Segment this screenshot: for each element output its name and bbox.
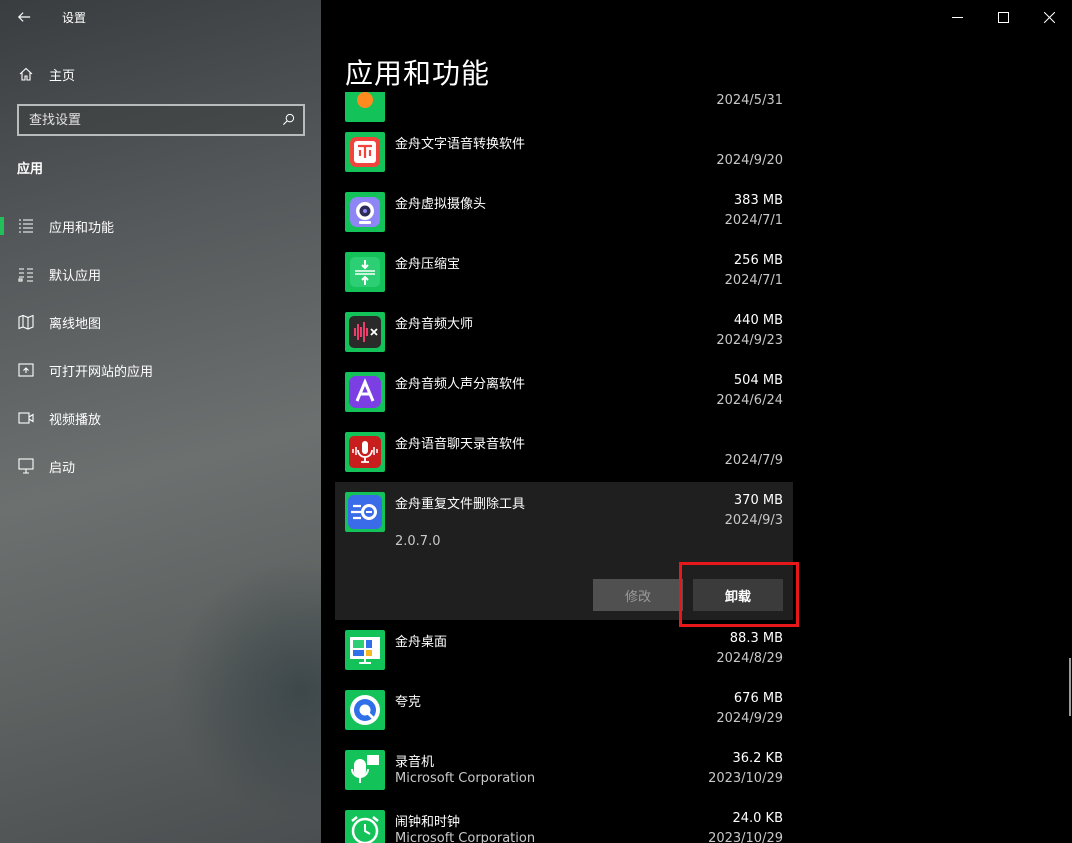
app-size: 88.3 MB	[729, 631, 783, 646]
app-name: 金舟压缩宝	[395, 257, 461, 272]
quark-icon	[345, 690, 385, 730]
close-button[interactable]	[1026, 0, 1072, 34]
vocal-separator-icon	[345, 372, 385, 412]
scrollbar-thumb[interactable]	[1069, 658, 1071, 716]
install-date: 2024/7/9	[724, 453, 783, 468]
install-date: 2024/9/29	[716, 711, 783, 726]
search-icon[interactable]	[282, 111, 295, 130]
modify-button[interactable]: 修改	[593, 579, 683, 611]
list-item[interactable]: 金舟语音聊天录音软件 2024/7/9	[335, 430, 793, 490]
install-date: 2024/6/24	[716, 393, 783, 408]
sound-recorder-icon	[345, 750, 385, 790]
app-name: 金舟虚拟摄像头	[395, 197, 487, 212]
section-title: 应用	[17, 162, 44, 177]
app-size: 36.2 KB	[732, 751, 783, 766]
minimize-button[interactable]	[934, 0, 980, 34]
sidebar-item-startup[interactable]: 启动	[0, 446, 321, 486]
app-publisher: Microsoft Corporation	[395, 831, 536, 843]
install-date: 2023/10/29	[708, 771, 783, 786]
sidebar-item-default-apps[interactable]: 默认应用	[0, 254, 321, 294]
apps-features-icon	[18, 218, 34, 234]
sidebar-item-label: 默认应用	[49, 268, 102, 284]
main-content: 2024/5/31 金舟文字语音转换软件 2024/9/20 金舟虚拟摄像头 3…	[321, 0, 1072, 843]
sidebar-item-label: 启动	[49, 460, 76, 476]
home-label: 主页	[49, 68, 76, 84]
sidebar-item-apps-for-websites[interactable]: 可打开网站的应用	[0, 350, 321, 390]
compress-icon	[345, 252, 385, 292]
apps-for-websites-icon	[18, 362, 34, 378]
list-item[interactable]: 录音机 Microsoft Corporation 36.2 KB 2023/1…	[335, 748, 793, 808]
voice-recorder-icon	[345, 432, 385, 472]
app-size: 256 MB	[733, 253, 783, 268]
alarms-clock-icon	[345, 810, 385, 843]
app-name: 夸克	[395, 695, 422, 710]
install-date: 2024/7/1	[724, 273, 783, 288]
maximize-button[interactable]	[980, 0, 1026, 34]
sidebar-item-label: 离线地图	[49, 316, 102, 332]
app-size: 440 MB	[733, 313, 783, 328]
video-playback-icon	[18, 410, 34, 426]
minimize-icon	[951, 16, 963, 18]
install-date: 2024/9/3	[724, 513, 783, 528]
sidebar-item-offline-maps[interactable]: 离线地图	[0, 302, 321, 342]
home-icon	[18, 66, 34, 82]
audio-editor-icon	[345, 312, 385, 352]
desktop-icon	[345, 630, 385, 670]
list-item[interactable]: 闹钟和时钟 Microsoft Corporation 24.0 KB 2023…	[335, 808, 793, 843]
app-version: 2.0.7.0	[395, 534, 441, 549]
app-publisher: Microsoft Corporation	[395, 771, 536, 786]
default-apps-icon	[18, 266, 34, 282]
install-date: 2024/5/31	[716, 93, 783, 108]
app-size: 24.0 KB	[732, 811, 783, 826]
app-name: 录音机	[395, 755, 435, 770]
app-name: 金舟语音聊天录音软件	[395, 437, 526, 452]
sidebar-item-label: 可打开网站的应用	[49, 364, 154, 380]
offline-maps-icon	[18, 314, 34, 330]
sidebar: 设置 主页 应用 应用和功能 默认应用 离线地图 可打开	[0, 0, 321, 843]
app-name: 闹钟和时钟	[395, 815, 461, 830]
app-size: 383 MB	[733, 193, 783, 208]
webcam-icon	[345, 192, 385, 232]
install-date: 2024/9/23	[716, 333, 783, 348]
install-date: 2024/7/1	[724, 213, 783, 228]
back-arrow-icon	[17, 12, 31, 22]
list-item-selected[interactable]: 金舟重复文件删除工具 370 MB 2024/9/3 2.0.7.0 修改 卸载	[335, 482, 793, 620]
app-size: 504 MB	[733, 373, 783, 388]
sidebar-item-label: 应用和功能	[49, 220, 115, 236]
text-to-speech-icon	[345, 132, 385, 172]
app-name: 金舟桌面	[395, 635, 448, 650]
app-name: 金舟音频大师	[395, 317, 474, 332]
install-date: 2024/8/29	[716, 651, 783, 666]
install-date: 2023/10/29	[708, 831, 783, 843]
page-title: 应用和功能	[345, 57, 491, 90]
back-button[interactable]	[0, 0, 48, 34]
home-link[interactable]: 主页	[0, 60, 321, 88]
app-size: 676 MB	[733, 691, 783, 706]
list-item[interactable]: 金舟虚拟摄像头 383 MB 2024/7/1	[335, 190, 793, 250]
close-icon	[1043, 11, 1055, 23]
list-item[interactable]: 金舟文字语音转换软件 2024/9/20	[335, 130, 793, 190]
uninstall-button[interactable]: 卸载	[693, 579, 783, 611]
list-item[interactable]: 金舟音频大师 440 MB 2024/9/23	[335, 310, 793, 370]
search-box[interactable]	[17, 104, 305, 136]
list-item[interactable]: 夸克 676 MB 2024/9/29	[335, 688, 793, 748]
duplicate-file-icon	[345, 492, 385, 532]
app-size: 370 MB	[733, 493, 783, 508]
app-name: 金舟音频人声分离软件	[395, 377, 526, 392]
sidebar-item-video-playback[interactable]: 视频播放	[0, 398, 321, 438]
list-item[interactable]: 金舟桌面 88.3 MB 2024/8/29	[335, 628, 793, 688]
sidebar-item-label: 视频播放	[49, 412, 102, 428]
startup-icon	[18, 458, 34, 474]
app-name: 金舟重复文件删除工具	[395, 497, 526, 512]
app-name: 金舟文字语音转换软件	[395, 137, 526, 152]
window-controls	[934, 0, 1072, 34]
sidebar-item-apps-features[interactable]: 应用和功能	[0, 206, 321, 246]
list-item[interactable]: 金舟音频人声分离软件 504 MB 2024/6/24	[335, 370, 793, 430]
search-input[interactable]	[29, 112, 269, 128]
maximize-icon	[997, 11, 1009, 23]
title-bar: 设置	[0, 0, 321, 34]
install-date: 2024/9/20	[716, 153, 783, 168]
window-title: 设置	[62, 10, 87, 25]
list-item[interactable]: 金舟压缩宝 256 MB 2024/7/1	[335, 250, 793, 310]
